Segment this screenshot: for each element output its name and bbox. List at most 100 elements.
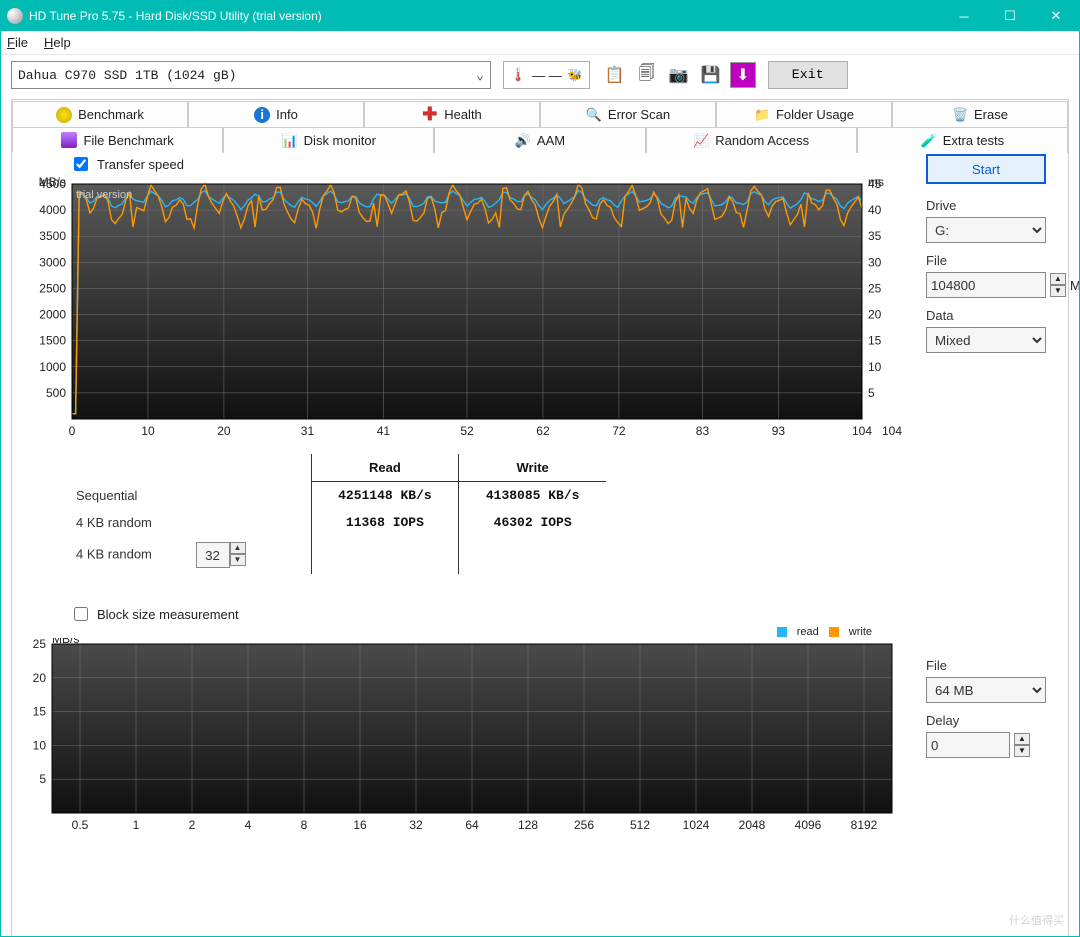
temperature-value: — —	[532, 68, 562, 83]
col-read: Read	[311, 454, 459, 482]
tab-extra-tests[interactable]: 🧪Extra tests	[857, 127, 1068, 153]
svg-text:16: 16	[353, 818, 367, 832]
legend-read-swatch	[777, 627, 787, 637]
svg-text:35: 35	[868, 229, 882, 243]
file2-label: File	[926, 658, 1056, 673]
svg-text:10: 10	[868, 360, 882, 374]
folder-icon: 📁	[754, 107, 770, 123]
svg-text:31: 31	[301, 424, 315, 438]
exit-button[interactable]: Exit	[768, 61, 848, 89]
tab-random-access[interactable]: 📈Random Access	[646, 127, 857, 153]
menu-help[interactable]: Help	[44, 35, 71, 50]
tab-aam[interactable]: 🔊AAM	[434, 127, 645, 153]
file-size-unit: MB	[1070, 278, 1080, 293]
table-row: 4 KB random11368 IOPS46302 IOPS	[66, 509, 606, 536]
minimize-button[interactable]: ─	[941, 1, 987, 31]
svg-text:72: 72	[612, 424, 626, 438]
tab-folder-usage[interactable]: 📁Folder Usage	[716, 101, 892, 127]
titlebar: HD Tune Pro 5.75 - Hard Disk/SSD Utility…	[1, 1, 1079, 31]
svg-text:5: 5	[868, 386, 875, 400]
menu-file[interactable]: File	[7, 35, 28, 50]
block-size-label: Block size measurement	[97, 607, 239, 622]
app-window: HD Tune Pro 5.75 - Hard Disk/SSD Utility…	[0, 0, 1080, 937]
tab-disk-monitor[interactable]: 📊Disk monitor	[223, 127, 434, 153]
svg-text:83: 83	[696, 424, 710, 438]
svg-text:2500: 2500	[39, 281, 66, 295]
queue-depth-input[interactable]	[196, 542, 230, 568]
svg-text:93: 93	[772, 424, 786, 438]
svg-text:52: 52	[460, 424, 474, 438]
svg-text:10: 10	[33, 738, 47, 752]
tab-info[interactable]: iInfo	[188, 101, 364, 127]
legend-write-swatch	[829, 627, 839, 637]
tab-file-benchmark[interactable]: File Benchmark	[12, 127, 223, 153]
data-label: Data	[926, 308, 1056, 323]
screenshot-icon[interactable]: 📷	[666, 62, 692, 88]
watermark: 什么值得买	[1009, 912, 1064, 928]
svg-text:64: 64	[465, 818, 479, 832]
file-benchmark-icon	[61, 132, 77, 148]
block-size-checkbox[interactable]: Block size measurement	[70, 604, 239, 624]
delay-label: Delay	[926, 713, 1056, 728]
svg-text:62: 62	[536, 424, 550, 438]
block-size-chart: 5101520250.51248163264128256512102420484…	[22, 638, 902, 848]
delay-stepper[interactable]: ▲▼	[1014, 733, 1030, 757]
result-table: ReadWrite Sequential4251148 KB/s4138085 …	[66, 454, 606, 574]
copy-screenshot-icon[interactable]: 🗐	[634, 62, 660, 88]
start-button[interactable]: Start	[926, 154, 1046, 184]
svg-text:MB/s: MB/s	[39, 175, 66, 189]
tab-benchmark[interactable]: Benchmark	[12, 101, 188, 127]
save-icon[interactable]: 💾	[698, 62, 724, 88]
svg-text:1024: 1024	[683, 818, 710, 832]
close-button[interactable]: ✕	[1033, 1, 1079, 31]
col-write: Write	[459, 454, 606, 482]
delay-input[interactable]	[926, 732, 1010, 758]
svg-text:128: 128	[518, 818, 538, 832]
svg-text:0: 0	[69, 424, 76, 438]
svg-text:8192: 8192	[851, 818, 878, 832]
svg-text:3000: 3000	[39, 255, 66, 269]
monitor-icon: 📊	[282, 133, 298, 149]
svg-text:512: 512	[630, 818, 650, 832]
svg-text:10: 10	[141, 424, 155, 438]
window-title: HD Tune Pro 5.75 - Hard Disk/SSD Utility…	[29, 9, 941, 23]
file2-select[interactable]: 64 MB	[926, 677, 1046, 703]
drive-selector-text: Dahua C970 SSD 1TB (1024 gB)	[18, 68, 236, 83]
file-size-input[interactable]	[926, 272, 1046, 298]
transfer-speed-checkbox[interactable]: Transfer speed	[70, 154, 184, 174]
tab-health[interactable]: ✚Health	[364, 101, 540, 127]
svg-text:2000: 2000	[39, 308, 66, 322]
maximize-button[interactable]: ☐	[987, 1, 1033, 31]
svg-text:3500: 3500	[39, 229, 66, 243]
svg-text:1000: 1000	[39, 360, 66, 374]
svg-text:1: 1	[133, 818, 140, 832]
file-size-stepper[interactable]: ▲▼	[1050, 273, 1066, 297]
chevron-down-icon: ⌄	[476, 68, 484, 83]
tab-error-scan[interactable]: 🔍Error Scan	[540, 101, 716, 127]
trash-icon: 🗑️	[952, 107, 968, 123]
app-icon	[7, 8, 23, 24]
copy-text-icon[interactable]: 📋	[602, 62, 628, 88]
svg-text:20: 20	[33, 671, 47, 685]
svg-text:104: 104	[852, 424, 872, 438]
svg-text:20: 20	[868, 308, 882, 322]
queue-depth-stepper[interactable]: ▲▼	[230, 542, 246, 568]
chart2-legend: read write	[22, 626, 902, 638]
svg-text:15: 15	[868, 334, 882, 348]
drive-select[interactable]: G:	[926, 217, 1046, 243]
svg-text:25: 25	[33, 638, 47, 651]
drive-label: Drive	[926, 198, 1056, 213]
side-controls-lower: File 64 MB Delay ▲▼	[926, 648, 1056, 758]
data-pattern-select[interactable]: Mixed	[926, 327, 1046, 353]
svg-text:4: 4	[245, 818, 252, 832]
options-icon[interactable]: ⬇	[730, 62, 756, 88]
die-icon: 🐝	[568, 68, 583, 82]
tab-erase[interactable]: 🗑️Erase	[892, 101, 1068, 127]
svg-text:41: 41	[377, 424, 391, 438]
drive-selector[interactable]: Dahua C970 SSD 1TB (1024 gB) ⌄	[11, 61, 491, 89]
plus-icon: ✚	[422, 107, 438, 123]
svg-text:104gB: 104gB	[882, 424, 902, 438]
transfer-speed-label: Transfer speed	[97, 157, 184, 172]
random-access-icon: 📈	[693, 133, 709, 149]
svg-text:trial version: trial version	[76, 189, 132, 201]
